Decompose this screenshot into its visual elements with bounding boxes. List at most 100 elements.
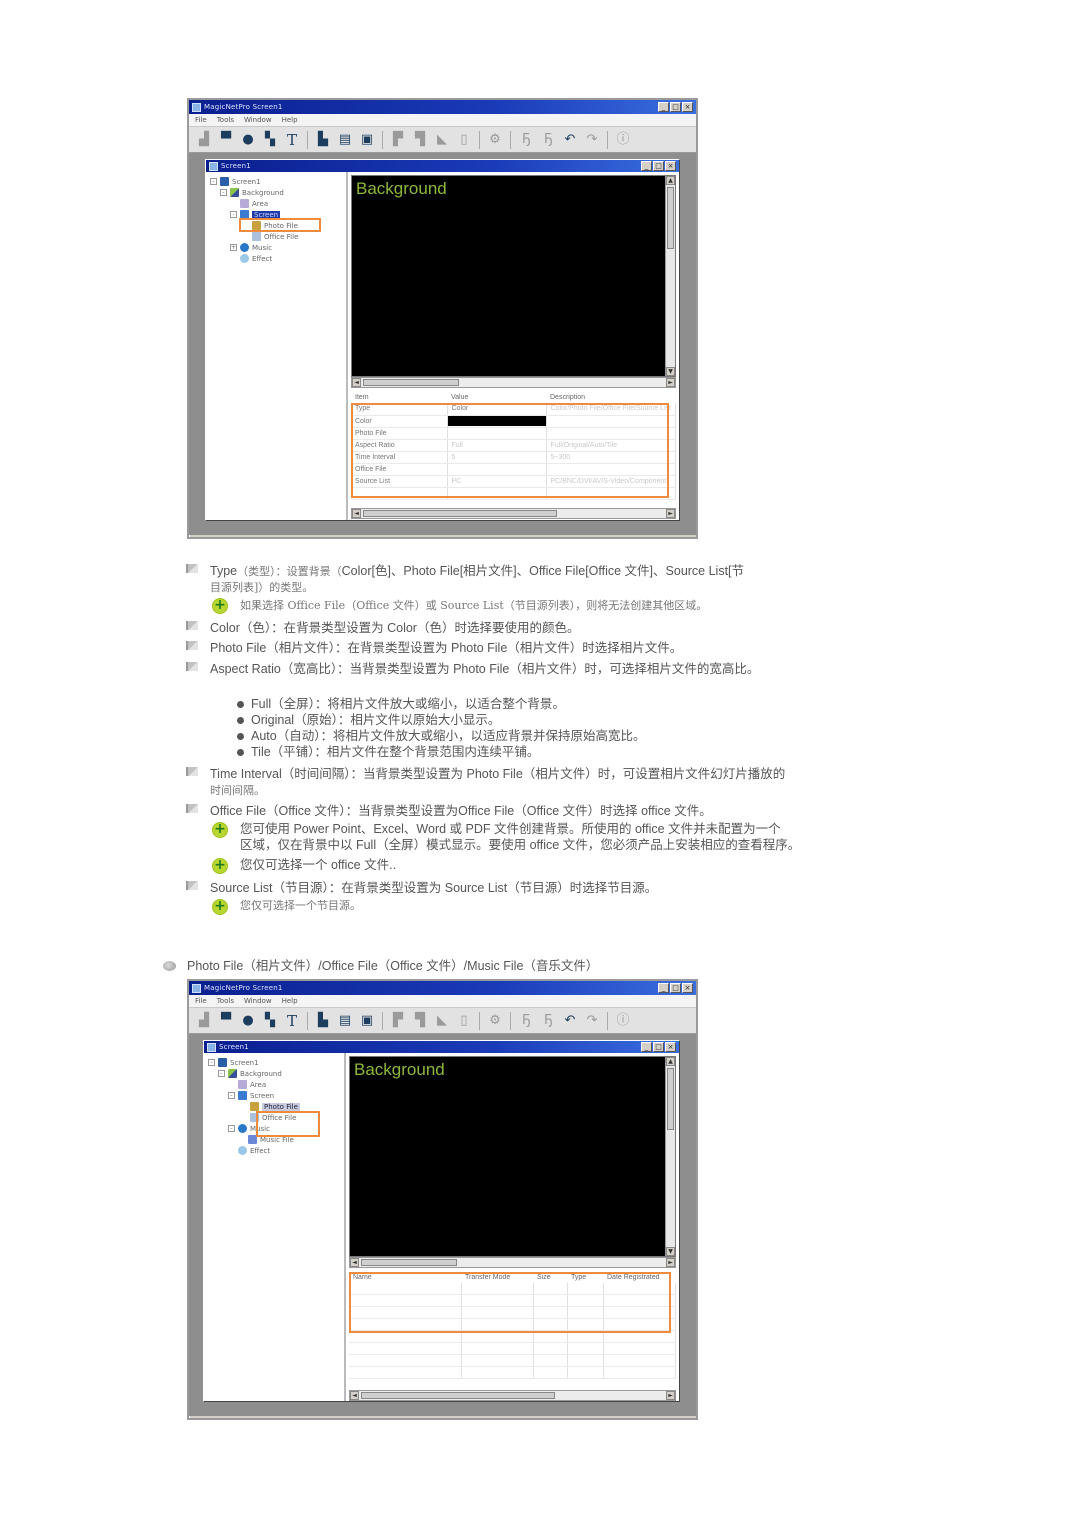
maximize-button[interactable]: □ (670, 102, 681, 112)
save-icon[interactable]: ▤ (336, 1012, 354, 1030)
align-bottom-icon[interactable]: ▜ (411, 131, 429, 149)
horizontal-scrollbar[interactable]: ◄ ► (351, 508, 676, 519)
scroll-left-button[interactable]: ◄ (350, 1391, 359, 1401)
send-back-icon[interactable]: Ҕ (539, 1012, 557, 1030)
redo-icon[interactable]: ↷ (583, 131, 601, 149)
table-row[interactable] (349, 1354, 676, 1368)
trash-icon[interactable]: ▯ (455, 131, 473, 149)
collapse-icon[interactable]: - (228, 1125, 235, 1132)
column-header-value[interactable]: Value (447, 392, 546, 403)
open-folder-icon[interactable]: ▙ (314, 1012, 332, 1030)
screen-icon[interactable]: ▀ (217, 1012, 235, 1030)
redo-icon[interactable]: ↷ (583, 1012, 601, 1030)
collapse-icon[interactable]: - (208, 1059, 215, 1066)
scroll-right-button[interactable]: ► (666, 1257, 675, 1267)
column-header-item[interactable]: Item (351, 392, 447, 403)
scroll-left-button[interactable]: ◄ (350, 1257, 359, 1267)
maximize-button[interactable]: □ (653, 1042, 664, 1052)
link-icon[interactable]: ◣ (433, 131, 451, 149)
scroll-thumb[interactable] (667, 1068, 674, 1130)
text-icon[interactable]: T (283, 131, 301, 149)
info-icon[interactable]: ⓘ (614, 1012, 632, 1030)
table-row[interactable] (349, 1366, 676, 1380)
info-icon[interactable]: ⓘ (614, 131, 632, 149)
tree-item[interactable]: Effect (204, 1145, 344, 1156)
minimize-button[interactable]: _ (658, 983, 669, 993)
align-top-icon[interactable]: ▛ (389, 1012, 407, 1030)
tree-item[interactable]: - Screen (204, 1090, 344, 1101)
open-folder-icon[interactable]: ▙ (314, 131, 332, 149)
scroll-thumb[interactable] (667, 187, 674, 249)
menu-file[interactable]: File (195, 997, 207, 1005)
horizontal-scrollbar[interactable]: ◄ ► (351, 377, 676, 388)
horizontal-scrollbar[interactable]: ◄ ► (349, 1390, 676, 1402)
undo-icon[interactable]: ↶ (561, 131, 579, 149)
close-button[interactable]: × (682, 102, 693, 112)
menu-tools[interactable]: Tools (217, 997, 234, 1005)
table-row[interactable] (349, 1342, 676, 1356)
image-icon[interactable]: ▣ (358, 1012, 376, 1030)
menu-window[interactable]: Window (244, 997, 272, 1005)
send-back-icon[interactable]: Ҕ (539, 131, 557, 149)
align-top-icon[interactable]: ▛ (389, 131, 407, 149)
text-icon[interactable]: T (283, 1012, 301, 1030)
menu-tools[interactable]: Tools (217, 116, 234, 124)
close-button[interactable]: × (665, 1042, 676, 1052)
close-button[interactable]: × (682, 983, 693, 993)
scroll-left-button[interactable]: ◄ (352, 509, 361, 518)
tree-item[interactable]: Office File (206, 231, 346, 242)
menu-help[interactable]: Help (282, 997, 298, 1005)
scroll-up-button[interactable]: ▲ (666, 1057, 675, 1066)
tree-item[interactable]: - Screen1 (206, 176, 346, 187)
monitor-copy-icon[interactable]: ▚ (261, 131, 279, 149)
save-icon[interactable]: ▤ (336, 131, 354, 149)
trash-icon[interactable]: ▯ (455, 1012, 473, 1030)
tree-item[interactable]: Area (206, 198, 346, 209)
image-icon[interactable]: ▣ (358, 131, 376, 149)
minimize-button[interactable]: _ (658, 102, 669, 112)
tree-item[interactable]: Area (204, 1079, 344, 1090)
collapse-icon[interactable]: - (220, 189, 227, 196)
tree-item[interactable]: - Background (204, 1068, 344, 1079)
bring-front-icon[interactable]: Ҕ (517, 131, 535, 149)
tree-item[interactable]: Effect (206, 253, 346, 264)
scroll-right-button[interactable]: ► (666, 1391, 675, 1401)
settings-icon[interactable]: ⚙ (486, 131, 504, 149)
scroll-right-button[interactable]: ► (666, 509, 675, 518)
network-icon[interactable]: ● (239, 1012, 257, 1030)
scroll-thumb[interactable] (361, 1258, 457, 1266)
menu-help[interactable]: Help (282, 116, 298, 124)
minimize-button[interactable]: _ (641, 161, 652, 171)
collapse-icon[interactable]: - (218, 1070, 225, 1077)
scroll-left-button[interactable]: ◄ (352, 378, 361, 387)
collapse-icon[interactable]: - (228, 1092, 235, 1099)
maximize-button[interactable]: □ (653, 161, 664, 171)
monitor-copy-icon[interactable]: ▚ (261, 1012, 279, 1030)
close-button[interactable]: × (665, 161, 676, 171)
tree-item[interactable]: - Screen1 (204, 1057, 344, 1068)
minimize-button[interactable]: _ (641, 1042, 652, 1052)
scroll-thumb[interactable] (363, 379, 459, 386)
tree-item[interactable]: - Background (206, 187, 346, 198)
collapse-icon[interactable]: - (210, 178, 217, 185)
scroll-down-button[interactable]: ▼ (666, 1246, 675, 1256)
menu-file[interactable]: File (195, 116, 207, 124)
network-icon[interactable]: ● (239, 131, 257, 149)
undo-icon[interactable]: ↶ (561, 1012, 579, 1030)
bring-front-icon[interactable]: Ҕ (517, 1012, 535, 1030)
delete-icon[interactable]: ▟ (195, 1012, 213, 1030)
tree-item[interactable]: + Music (206, 242, 346, 253)
scroll-thumb[interactable] (363, 510, 557, 517)
scroll-up-button[interactable]: ▲ (666, 176, 675, 185)
horizontal-scrollbar[interactable]: ◄ ► (349, 1256, 676, 1268)
delete-icon[interactable]: ▟ (195, 131, 213, 149)
menu-window[interactable]: Window (244, 116, 272, 124)
scroll-right-button[interactable]: ► (666, 378, 675, 387)
collapse-icon[interactable]: - (230, 211, 237, 218)
screen-icon[interactable]: ▀ (217, 131, 235, 149)
scroll-down-button[interactable]: ▼ (666, 367, 675, 376)
vertical-scrollbar[interactable]: ▲ ▼ (665, 176, 675, 376)
link-icon[interactable]: ◣ (433, 1012, 451, 1030)
maximize-button[interactable]: □ (670, 983, 681, 993)
settings-icon[interactable]: ⚙ (486, 1012, 504, 1030)
